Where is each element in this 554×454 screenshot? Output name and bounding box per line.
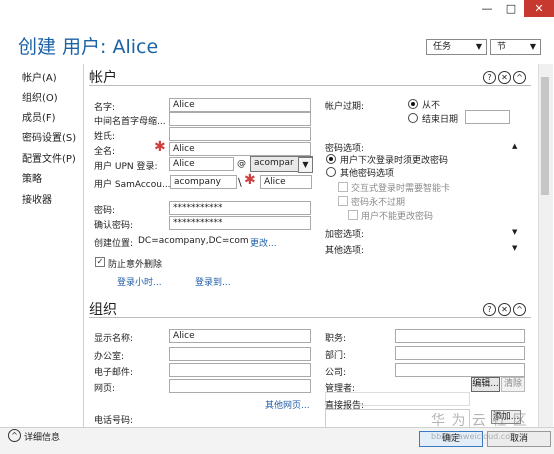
organization-section-heading: 组织 xyxy=(89,302,117,318)
email-input[interactable] xyxy=(169,363,311,377)
confirm-password-input[interactable]: *********** xyxy=(169,216,311,230)
job-title-input[interactable] xyxy=(395,329,525,343)
first-name-label: 名字: xyxy=(94,103,116,113)
logon-hours-link[interactable]: 登录小时... xyxy=(117,275,162,288)
close-button[interactable]: ✕ xyxy=(524,0,554,17)
last-name-label: 姓氏: xyxy=(94,132,116,142)
expires-never-label: 从不 xyxy=(422,101,441,111)
help-icon[interactable]: ? xyxy=(483,303,496,316)
upn-logon-label: 用户 UPN 登录: xyxy=(94,162,158,172)
nav-item-organization[interactable]: 组织(O) xyxy=(22,89,58,104)
chevron-down-icon[interactable]: ▼ xyxy=(298,157,313,173)
company-label: 公司: xyxy=(325,368,347,378)
web-page-input[interactable] xyxy=(169,379,311,393)
expires-end-date-label: 结束日期 xyxy=(422,115,459,125)
full-name-input[interactable]: Alice xyxy=(169,142,311,156)
never-expires-label: 密码永不过期 xyxy=(351,198,406,208)
close-section-icon[interactable]: ✕ xyxy=(498,303,511,316)
nav-item-password-settings[interactable]: 密码设置(S) xyxy=(22,129,76,144)
display-name-label: 显示名称: xyxy=(94,334,134,344)
scrollbar-thumb[interactable] xyxy=(541,77,549,195)
account-section-heading: 帐户 xyxy=(89,70,117,86)
encryption-options-label: 加密选项: xyxy=(325,230,365,240)
nav-divider xyxy=(83,64,84,427)
close-section-icon[interactable]: ✕ xyxy=(498,71,511,84)
collapse-icon[interactable]: ^ xyxy=(513,71,526,84)
upn-at-sign: @ xyxy=(237,159,246,169)
middle-initials-label: 中间名首字母缩... xyxy=(94,117,166,127)
full-name-label: 全名: xyxy=(94,147,116,157)
department-input[interactable] xyxy=(395,346,525,360)
cannot-change-checkbox[interactable] xyxy=(348,210,358,220)
logon-to-link[interactable]: 登录到... xyxy=(195,275,231,288)
last-name-input[interactable] xyxy=(169,127,311,141)
must-change-password-radio[interactable] xyxy=(326,154,336,164)
nav-item-member-of[interactable]: 成员(F) xyxy=(22,109,56,124)
expand-details-icon[interactable]: ^ xyxy=(8,429,21,442)
watermark-text: 华 为 云 社 区 xyxy=(431,413,528,429)
protect-deletion-checkbox[interactable]: ✓ xyxy=(95,257,105,267)
nav-item-account[interactable]: 帐户(A) xyxy=(22,69,57,84)
expires-never-radio[interactable] xyxy=(408,99,418,109)
nav-item-policy[interactable]: 策略 xyxy=(22,170,42,185)
department-label: 部门: xyxy=(325,351,347,361)
company-input[interactable] xyxy=(395,363,525,377)
expand-arrow-icon[interactable]: ▼ xyxy=(512,228,517,236)
web-page-label: 网页: xyxy=(94,384,116,394)
other-options-label: 其他选项: xyxy=(325,246,365,256)
office-label: 办公室: xyxy=(94,352,125,362)
must-change-password-label: 用户下次登录时须更改密码 xyxy=(340,156,449,166)
phone-label: 电话号码: xyxy=(94,416,134,426)
confirm-password-label: 确认密码: xyxy=(94,221,134,231)
page-title: 创建 用户: Alice xyxy=(18,36,159,58)
edit-manager-button[interactable]: 编辑... xyxy=(471,377,500,392)
required-asterisk-icon: ✱ xyxy=(154,139,166,155)
smartcard-label: 交互式登录时需要智能卡 xyxy=(351,184,451,194)
first-name-input[interactable]: Alice xyxy=(169,98,311,112)
required-asterisk-icon: ✱ xyxy=(244,172,256,188)
more-details-label[interactable]: 详细信息 xyxy=(24,430,60,443)
sam-account-label: 用户 SamAccou... xyxy=(94,180,171,190)
sections-dropdown[interactable]: 节 ▼ xyxy=(490,39,541,55)
expand-arrow-icon[interactable]: ▼ xyxy=(512,244,517,252)
email-label: 电子邮件: xyxy=(94,368,134,378)
expires-end-date-radio[interactable] xyxy=(408,113,418,123)
create-in-value: DC=acompany,DC=com xyxy=(138,236,249,246)
maximize-button[interactable]: □ xyxy=(500,0,522,17)
job-title-label: 职务: xyxy=(325,334,347,344)
sam-account-input[interactable]: Alice xyxy=(260,175,312,189)
tasks-dropdown[interactable]: 任务 ▼ xyxy=(426,39,487,55)
never-expires-checkbox[interactable] xyxy=(338,196,348,206)
clear-manager-button[interactable]: 清除 xyxy=(501,377,525,392)
minimize-button[interactable]: — xyxy=(476,0,498,17)
collapse-icon[interactable]: ^ xyxy=(513,303,526,316)
sam-domain-input: acompany xyxy=(170,175,237,189)
nav-item-profile[interactable]: 配置文件(P) xyxy=(22,150,76,165)
end-date-input[interactable] xyxy=(465,110,510,124)
chevron-down-icon: ▼ xyxy=(529,42,536,51)
change-location-link[interactable]: 更改... xyxy=(250,236,277,249)
smartcard-checkbox[interactable] xyxy=(338,182,348,192)
chevron-down-icon: ▼ xyxy=(475,42,482,51)
create-in-label: 创建位置: xyxy=(94,239,134,249)
other-password-options-label: 其他密码选项 xyxy=(340,169,395,179)
cannot-change-label: 用户不能更改密码 xyxy=(361,212,434,222)
collapse-arrow-icon[interactable]: ▲ xyxy=(512,142,517,150)
account-heading-line xyxy=(89,85,531,86)
password-label: 密码: xyxy=(94,206,116,216)
other-web-pages-link[interactable]: 其他网页... xyxy=(265,398,310,411)
nav-item-silo[interactable]: 接收器 xyxy=(22,191,52,206)
password-input[interactable]: *********** xyxy=(169,201,311,215)
display-name-input[interactable]: Alice xyxy=(169,329,311,343)
account-expires-label: 帐户过期: xyxy=(325,102,365,112)
watermark-url: bbs.huaweicloud.com xyxy=(431,432,518,441)
help-icon[interactable]: ? xyxy=(483,71,496,84)
upn-logon-input[interactable]: Alice xyxy=(169,157,234,171)
organization-heading-line xyxy=(89,317,531,318)
other-password-options-radio[interactable] xyxy=(326,167,336,177)
office-input[interactable] xyxy=(169,347,311,361)
sam-separator: \ xyxy=(238,176,242,189)
protect-deletion-label: 防止意外删除 xyxy=(108,260,163,270)
middle-initials-input[interactable] xyxy=(169,112,311,126)
